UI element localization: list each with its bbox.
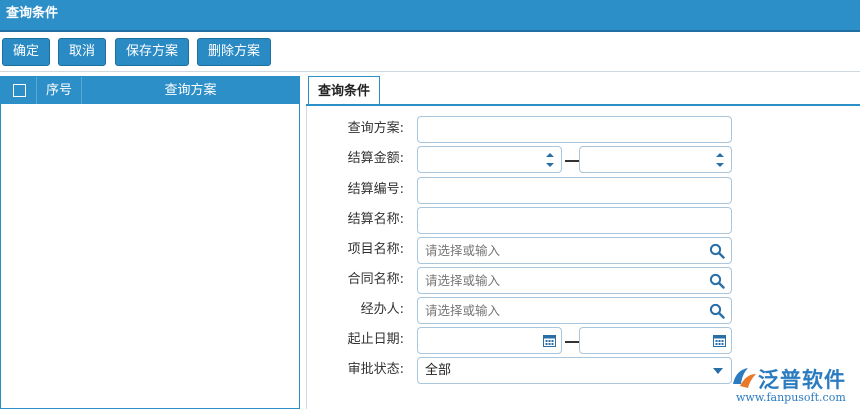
tab-query-conditions[interactable]: 查询条件 [308,76,380,106]
select-all-cell[interactable] [1,77,37,104]
query-panel: 查询条件 查询方案: 结算金额: 结算编号: 结算名称: 项目名称: 请选择或输… [306,74,860,409]
handler-input[interactable]: 请选择或输入 [417,297,732,324]
project-label: 项目名称: [347,242,404,257]
calendar-icon[interactable] [713,334,726,347]
brand-url: www.fanpusoft.com [736,391,846,404]
handler-placeholder: 请选择或输入 [425,303,501,318]
brand-logo-icon [733,368,756,388]
contract-input[interactable]: 请选择或输入 [417,267,732,294]
amount-max-stepper-icon[interactable] [715,150,725,170]
save-scheme-button[interactable]: 保存方案 [115,38,189,66]
amount-max-input[interactable] [579,146,732,173]
project-placeholder: 请选择或输入 [425,243,501,258]
date-label: 起止日期: [347,332,404,347]
brand-name: 泛普软件 [758,368,846,392]
name-label: 结算名称: [347,212,404,227]
amount-min-stepper-icon[interactable] [545,150,555,170]
range-dash [565,341,579,343]
window-title: 查询条件 [0,0,860,30]
calendar-icon[interactable] [543,334,556,347]
amount-label: 结算金额: [347,151,404,166]
cancel-button[interactable]: 取消 [58,38,106,66]
column-header-scheme[interactable]: 查询方案 [82,77,299,104]
scheme-input[interactable] [417,116,732,143]
delete-scheme-button[interactable]: 删除方案 [197,38,271,66]
range-dash [565,160,579,162]
select-all-checkbox[interactable] [13,84,26,97]
code-label: 结算编号: [347,182,404,197]
name-input[interactable] [417,207,732,234]
scheme-grid: 序号 查询方案 [0,76,300,409]
contract-placeholder: 请选择或输入 [425,273,501,288]
column-header-index[interactable]: 序号 [37,77,82,104]
code-input[interactable] [417,177,732,204]
grid-header: 序号 查询方案 [1,77,299,104]
brand-logo: 泛普软件 www.fanpusoft.com [728,362,860,409]
scheme-label: 查询方案: [347,121,404,136]
chevron-down-icon[interactable] [713,368,723,374]
contract-label: 合同名称: [347,272,404,287]
status-select[interactable]: 全部 [417,357,732,384]
confirm-button[interactable]: 确定 [2,38,50,66]
start-date-input[interactable] [417,327,562,354]
end-date-input[interactable] [579,327,732,354]
status-label: 审批状态: [347,362,404,377]
project-input[interactable]: 请选择或输入 [417,237,732,264]
search-icon[interactable] [709,273,725,289]
handler-label: 经办人: [360,302,404,317]
status-selected-value: 全部 [425,363,452,378]
search-icon[interactable] [709,303,725,319]
amount-min-input[interactable] [417,146,562,173]
search-icon[interactable] [709,243,725,259]
toolbar: 确定 取消 保存方案 删除方案 [0,32,860,72]
